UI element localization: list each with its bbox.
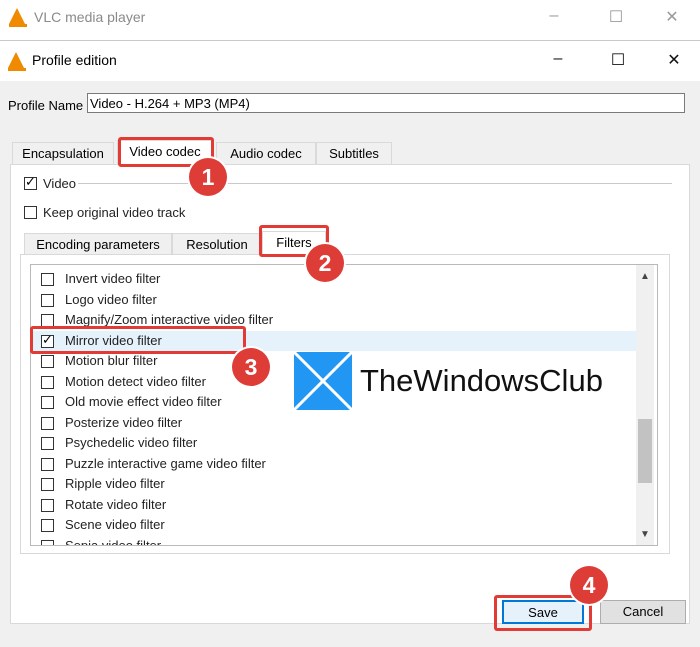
filter-checkbox[interactable] xyxy=(41,498,54,512)
step-badge-4: 4 xyxy=(570,566,608,604)
filter-label: Posterize video filter xyxy=(65,414,183,430)
step-badge-1: 1 xyxy=(189,158,227,196)
close-icon[interactable]: ✕ xyxy=(652,7,692,27)
keep-original-checkbox[interactable] xyxy=(24,206,37,219)
group-divider xyxy=(78,183,672,184)
dialog-close-icon[interactable]: ✕ xyxy=(654,50,694,70)
profile-name-label: Profile Name xyxy=(8,98,84,113)
scroll-down-icon[interactable]: ▼ xyxy=(638,529,652,540)
video-checkbox[interactable] xyxy=(24,175,37,190)
main-window-title: VLC media player xyxy=(34,9,146,25)
video-checkbox-label: Video xyxy=(43,176,77,191)
cancel-button[interactable]: Cancel xyxy=(600,600,686,624)
list-item[interactable]: Puzzle interactive game video filter xyxy=(31,454,636,474)
dialog-minimize-icon[interactable]: – xyxy=(538,50,578,68)
filter-checkbox[interactable] xyxy=(41,273,54,286)
watermark-text: TheWindowsClub xyxy=(360,363,603,398)
list-item[interactable]: Logo video filter xyxy=(31,290,636,310)
filter-label: Ripple video filter xyxy=(65,476,165,491)
list-item[interactable]: Sepia video filter xyxy=(31,536,636,546)
windows-logo-icon xyxy=(292,350,354,412)
profile-name-input[interactable]: Video - H.264 + MP3 (MP4) xyxy=(87,93,685,113)
scroll-up-icon[interactable]: ▲ xyxy=(638,271,652,282)
filter-label: Old movie effect video filter xyxy=(65,394,222,409)
list-item[interactable]: Ripple video filter xyxy=(31,474,636,494)
main-window-titlebar: VLC media player – ☐ ✕ xyxy=(0,0,700,36)
list-item[interactable]: Posterize video filter xyxy=(31,413,636,433)
dialog-title: Profile edition xyxy=(32,52,117,68)
list-item[interactable]: Scene video filter xyxy=(31,515,636,535)
filter-checkbox[interactable] xyxy=(41,437,54,450)
maximize-icon[interactable]: ☐ xyxy=(596,7,636,27)
tab-subtitles[interactable]: Subtitles xyxy=(316,142,392,164)
scrollbar-thumb[interactable] xyxy=(638,419,652,483)
filter-label: Invert video filter xyxy=(65,271,161,286)
step-badge-3: 3 xyxy=(232,348,270,386)
dialog-maximize-icon[interactable]: ☐ xyxy=(598,50,638,70)
minimize-icon[interactable]: – xyxy=(534,7,574,25)
filter-checkbox[interactable] xyxy=(41,293,54,307)
list-item[interactable]: Rotate video filter xyxy=(31,495,636,515)
list-item[interactable]: Psychedelic video filter xyxy=(31,433,636,453)
filter-checkbox[interactable] xyxy=(41,355,54,368)
filter-label: Puzzle interactive game video filter xyxy=(65,455,266,471)
vlc-cone-icon xyxy=(8,52,26,71)
filter-label: Logo video filter xyxy=(65,291,157,307)
filter-checkbox[interactable] xyxy=(41,396,54,409)
filter-label: Rotate video filter xyxy=(65,496,167,512)
keep-original-label: Keep original video track xyxy=(43,205,186,220)
subtab-resolution[interactable]: Resolution xyxy=(172,233,262,255)
filter-label: Sepia video filter xyxy=(65,537,162,546)
filter-label: Magnify/Zoom interactive video filter xyxy=(65,312,274,327)
filter-label: Motion detect video filter xyxy=(65,373,206,389)
dialog-titlebar: Profile edition – ☐ ✕ xyxy=(0,41,700,81)
step-badge-2: 2 xyxy=(306,244,344,282)
filter-checkbox[interactable] xyxy=(41,375,54,389)
filter-label: Scene video filter xyxy=(65,517,165,532)
tab-encapsulation[interactable]: Encapsulation xyxy=(12,142,114,164)
annotation-box-mirror xyxy=(30,326,246,354)
filter-checkbox[interactable] xyxy=(41,539,54,545)
vlc-cone-icon xyxy=(9,8,27,27)
subtab-encoding-parameters[interactable]: Encoding parameters xyxy=(24,233,172,255)
filter-checkbox[interactable] xyxy=(41,416,54,430)
filter-label: Psychedelic video filter xyxy=(65,435,198,450)
filter-checkbox[interactable] xyxy=(41,519,54,532)
filter-checkbox[interactable] xyxy=(41,457,54,471)
filter-label: Motion blur filter xyxy=(65,353,158,368)
filter-checkbox[interactable] xyxy=(41,478,54,491)
filters-scrollbar[interactable] xyxy=(636,265,654,545)
tab-audio-codec[interactable]: Audio codec xyxy=(216,142,316,164)
